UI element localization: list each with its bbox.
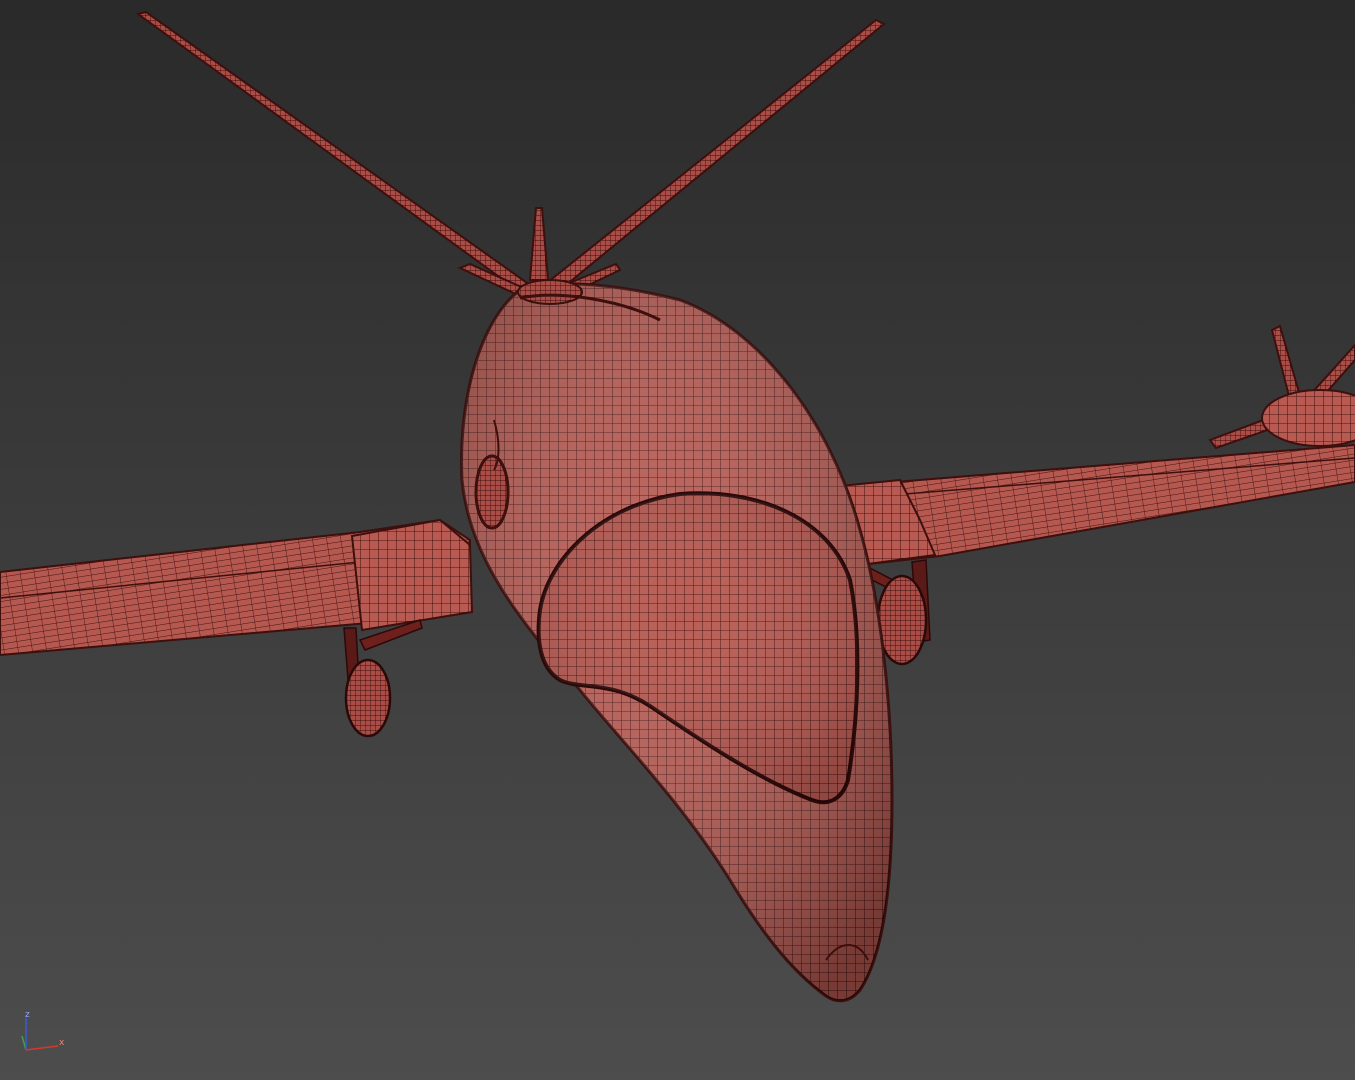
landing-gear-left [343, 619, 423, 738]
propeller-blade-left [135, 10, 532, 294]
wing-root-left [350, 518, 474, 632]
x-axis-line [25, 1045, 59, 1051]
z-axis-label: z [25, 1010, 30, 1020]
x-axis-label: x [59, 1038, 65, 1048]
propeller-blade-top [528, 207, 550, 281]
3d-viewport[interactable]: z x [0, 0, 1355, 1080]
axis-gizmo: z x [10, 1006, 74, 1070]
propeller-blade-right [546, 18, 886, 292]
side-window [474, 454, 510, 530]
propeller-spinner [517, 279, 583, 305]
engine-nacelle-right [1261, 389, 1355, 447]
propeller-right-engine [1270, 324, 1302, 402]
aircraft-wireframe-model[interactable] [0, 0, 1355, 1080]
